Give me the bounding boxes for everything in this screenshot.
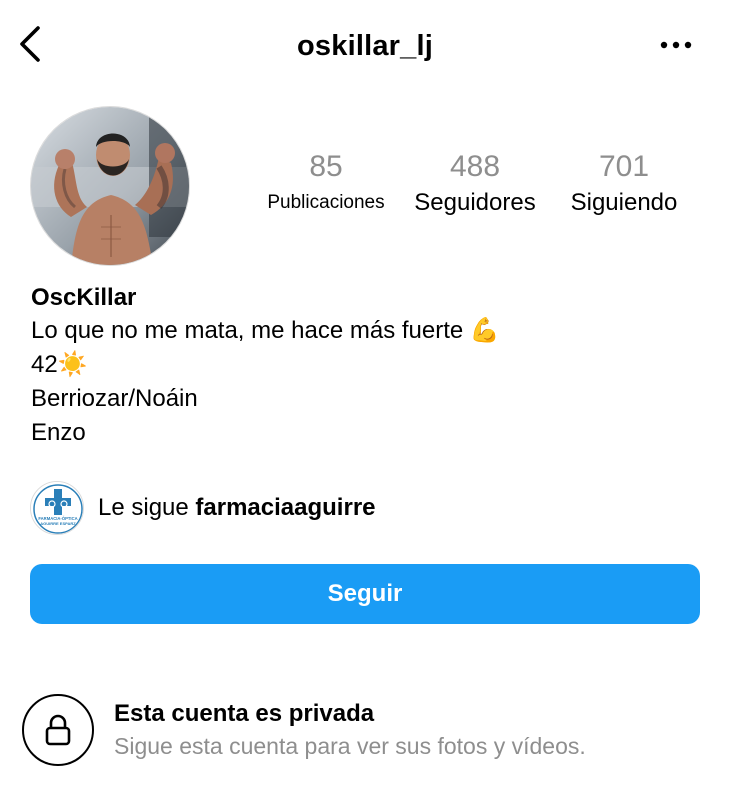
pharmacy-logo-text-2: AGUIRRE ESPARZ — [40, 521, 76, 526]
posts-count-value: 85 — [309, 150, 343, 183]
profile-avatar[interactable] — [30, 106, 190, 266]
profile-display-name: OscKillar — [31, 284, 137, 311]
followers-count-value: 488 — [449, 150, 501, 183]
private-account-title: Esta cuenta es privada — [114, 700, 375, 727]
bio-line: 42☀️ — [31, 351, 88, 378]
bio-line: Lo que no me mata, me hace más fuerte 💪 — [31, 317, 500, 344]
profile-page: oskillar_lj 85 Publicaciones 488 Seguido… — [0, 0, 730, 800]
posts-count-label: Publicaciones — [267, 192, 385, 213]
top-bar: oskillar_lj — [0, 0, 730, 90]
following-count-label: Siguiendo — [570, 189, 678, 216]
followers-count[interactable]: 488 Seguidores — [404, 150, 546, 220]
lock-icon — [45, 714, 71, 746]
followers-count-label: Seguidores — [414, 189, 536, 216]
profile-bio: OscKillar Lo que no me mata, me hace más… — [31, 282, 500, 450]
followed-by-prefix: Le sigue — [98, 494, 196, 521]
profile-username: oskillar_lj — [297, 30, 433, 62]
more-horizontal-icon — [660, 41, 692, 49]
following-count[interactable]: 701 Siguiendo — [560, 150, 688, 220]
bio-line: Enzo — [31, 419, 86, 446]
follow-button[interactable]: Seguir — [30, 564, 700, 624]
more-options-button[interactable] — [658, 30, 694, 60]
followed-by-account[interactable]: farmaciaaguirre — [195, 494, 375, 521]
pharmacy-logo: FARMACIA-ÓPTICA AGUIRRE ESPARZ — [31, 482, 83, 534]
private-account-subtitle: Sigue esta cuenta para ver sus fotos y v… — [114, 733, 586, 759]
followed-by-text: Le sigue farmaciaaguirre — [98, 494, 376, 522]
followed-by-avatar[interactable]: FARMACIA-ÓPTICA AGUIRRE ESPARZ — [30, 481, 84, 535]
private-lock-badge — [22, 694, 94, 766]
following-count-value: 701 — [598, 150, 650, 183]
followed-by-row[interactable]: FARMACIA-ÓPTICA AGUIRRE ESPARZ Le sigue … — [30, 480, 376, 536]
bio-line: Berriozar/Noáin — [31, 385, 198, 412]
avatar-photo — [31, 107, 189, 265]
posts-count[interactable]: 85 Publicaciones — [252, 150, 400, 220]
